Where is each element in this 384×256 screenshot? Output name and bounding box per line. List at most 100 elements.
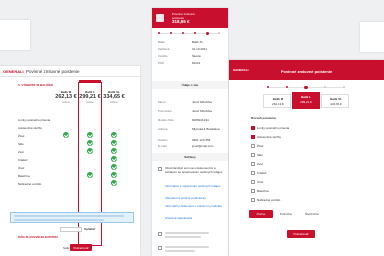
item-checkbox[interactable] [251, 134, 255, 139]
row-label: Krádež [18, 158, 28, 162]
consent-checkbox[interactable] [158, 167, 162, 171]
item-label: Limity poistného plnenia [257, 125, 290, 130]
mobile-price: 318,65 € [172, 19, 190, 24]
item-checkbox[interactable] [251, 125, 255, 130]
person-value: Jozef Mrkvička [192, 100, 212, 104]
step-dot [182, 31, 184, 34]
person-label: Rodné číslo [158, 118, 174, 122]
item-label: Krádež [257, 170, 267, 175]
person-label: E-mail [158, 144, 167, 148]
summary-value: 01.10.2021 [192, 47, 208, 51]
item-checkbox[interactable] [251, 197, 255, 202]
tab-price: 334,65 € [330, 102, 342, 106]
check-icon [111, 156, 117, 162]
section-header: Súhlasy [152, 153, 228, 161]
item-checkbox[interactable] [251, 161, 255, 166]
coupon-input[interactable] [60, 227, 82, 232]
list-item: Asistenčné služby [249, 133, 353, 140]
package-sub-l: ročne [86, 100, 94, 104]
marketing-text-line [165, 250, 195, 252]
tab-name: Balík M [272, 97, 284, 101]
step-dot [158, 31, 160, 34]
summary-label: PSČ [158, 61, 165, 65]
section-title: 3. VÝBERTE SI BALÍČEK [18, 83, 54, 87]
step-dot [343, 86, 345, 89]
package-column-m [55, 86, 77, 249]
person-value: Mlynská 1 Bratislava [192, 127, 220, 131]
header-title: Povinné zmluvné poistenie [26, 69, 80, 74]
row-label: Limity poistného plnenia [18, 118, 51, 122]
step-dot [218, 31, 220, 34]
person-value: 0901 123 456 [192, 138, 211, 142]
tab-name: Balík L [301, 95, 311, 99]
apply-coupon-button[interactable]: Uplatniť [84, 227, 96, 231]
frequency-tab-quarter[interactable]: Štvrťročne [299, 212, 325, 216]
package-sub-m: ročne [62, 100, 70, 104]
row-label: Zver [18, 150, 24, 154]
item-checkbox[interactable] [251, 188, 255, 193]
item-checkbox[interactable] [251, 152, 255, 157]
list-item: Živel [249, 142, 353, 149]
person-label: Meno [158, 100, 166, 104]
package-tab-m[interactable]: Balík M 262,13 € [263, 94, 291, 108]
check-icon [111, 164, 117, 170]
item-checkbox[interactable] [251, 143, 255, 148]
consent-text: Oboznámil(a) som sa s dokumentmi a súhla… [165, 166, 223, 174]
check-icon [87, 148, 93, 154]
marketing-text-line [165, 232, 209, 234]
person-label: Adresa [158, 127, 168, 131]
package-tab-l[interactable]: Balík L 299,21 € [292, 92, 320, 109]
mobile-screen: Povinné zmluvné poistenie 318,65 € Balík… [152, 8, 228, 256]
document-link[interactable]: Informácie o spracúvaní osobných údajov [165, 184, 223, 188]
coupon-label: KÓD ZĽAVOVÉHO KUPÓNU [18, 235, 58, 239]
item-label: Náhradné vozidlo [257, 197, 281, 202]
package-tab-xl[interactable]: Balík XL 334,65 € [321, 94, 349, 108]
marketing-checkbox[interactable] [158, 232, 162, 236]
row-label: Asistenčné služby [18, 126, 43, 130]
desktop-header: GENERALI Povinné zmluvné poistenie [0, 66, 140, 77]
step-dot [170, 31, 172, 34]
step-dot [324, 86, 326, 89]
back-button[interactable]: Späť [63, 246, 69, 250]
summary-value: Škoda [192, 54, 201, 58]
check-icon [111, 132, 117, 138]
person-value: jozef@mail.com [192, 144, 214, 148]
summary-label: Vozidlo [158, 54, 168, 58]
continue-button[interactable]: Pokračovať [70, 244, 92, 251]
summary-label: Balík [158, 40, 165, 44]
info-text-line [14, 215, 124, 217]
list-item: Zver [249, 160, 353, 167]
continue-button[interactable]: Pokračovať [287, 230, 315, 238]
info-text-line [14, 219, 104, 221]
desktop-screen: GENERALI Povinné zmluvné poistenie 3. VÝ… [0, 66, 140, 256]
coverage-title: Rozsah poistenia [251, 116, 276, 120]
row-label: Sklo [18, 142, 24, 146]
person-label: Telefón [158, 138, 168, 142]
frequency-tab-yearly[interactable]: Ročne [249, 210, 273, 218]
tablet-title: Povinné zmluvné poistenie [280, 69, 333, 74]
check-icon [87, 172, 93, 178]
section-title-consents: Súhlasy [184, 155, 196, 159]
info-box [10, 212, 134, 223]
document-link[interactable]: Všeobecné poistné podmienky [165, 196, 223, 200]
person-label: Priezvisko [158, 109, 172, 113]
step-dot-current [206, 31, 209, 35]
check-icon [111, 148, 117, 154]
row-label: Batožina [18, 174, 30, 178]
list-item: Limity poistného plnenia [249, 124, 353, 131]
document-link[interactable]: Zmluvné dojednania [165, 216, 223, 220]
coverage-list: Limity poistného plnenia Asistenčné služ… [249, 124, 353, 206]
marketing-checkbox[interactable] [158, 246, 162, 250]
step-dot-current [304, 85, 308, 89]
row-label: Úraz [18, 166, 25, 170]
frequency-tab-halfyear[interactable]: Polročne [275, 212, 297, 216]
section-header: Údaje o vás [152, 81, 228, 89]
item-checkbox[interactable] [251, 179, 255, 184]
list-item: Krádež [249, 169, 353, 176]
document-link[interactable]: Informačný dokument o poistnom produkte [165, 204, 223, 208]
row-label: Živel [18, 134, 25, 138]
item-checkbox[interactable] [251, 170, 255, 175]
item-label: Batožina [257, 188, 269, 193]
tab-price: 299,21 € [300, 100, 312, 104]
brand-logo[interactable]: GENERALI [3, 69, 24, 74]
